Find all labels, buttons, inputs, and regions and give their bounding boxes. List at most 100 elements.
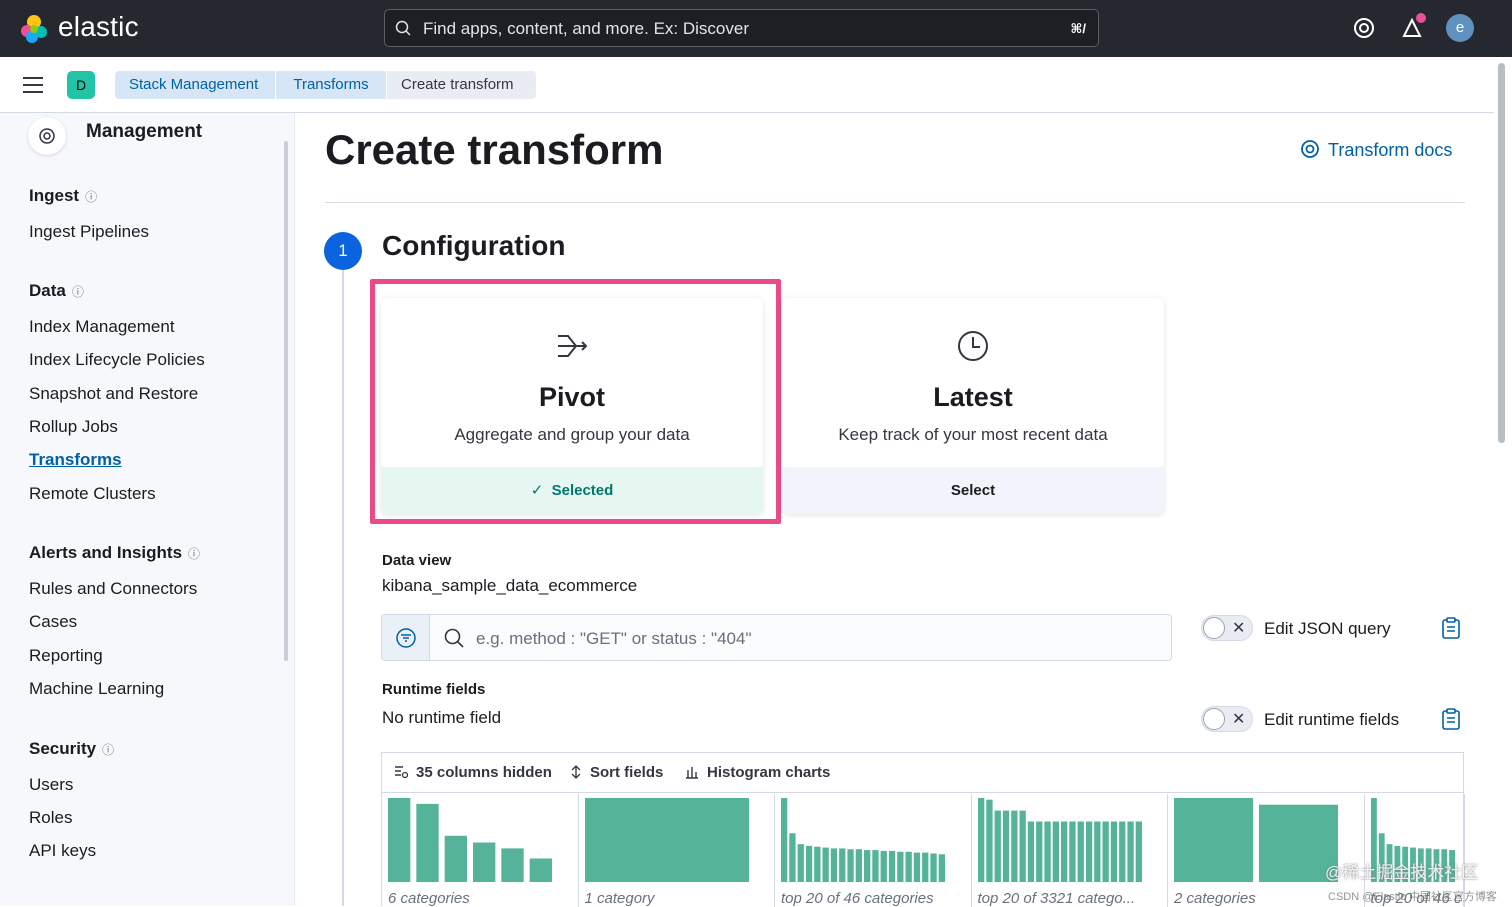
gear-icon xyxy=(28,117,66,155)
histogram-bar xyxy=(872,850,879,882)
histogram-bar xyxy=(1118,821,1125,882)
histogram-bar xyxy=(905,851,912,882)
sidebar-item-snapshot[interactable]: Snapshot and Restore xyxy=(29,384,198,404)
section-security: Security ⓘ xyxy=(29,739,115,758)
histogram-bar xyxy=(839,848,846,882)
data-grid: 35 columns hidden Sort fields Histogram … xyxy=(381,752,1465,907)
histogram-bar xyxy=(789,833,796,882)
histogram-bar xyxy=(1126,821,1134,882)
histogram-bar xyxy=(473,842,496,882)
histogram-bar xyxy=(444,835,467,882)
sidebar-item-rules[interactable]: Rules and Connectors xyxy=(29,579,197,599)
histogram-bar xyxy=(922,852,929,882)
step-connector xyxy=(342,270,344,906)
sidebar-item-reporting[interactable]: Reporting xyxy=(29,646,103,666)
histogram-bar xyxy=(416,803,439,882)
histogram-bar xyxy=(805,845,813,882)
histogram-bar xyxy=(1010,810,1017,882)
histogram-bar xyxy=(930,853,937,882)
breadcrumb-transforms[interactable]: Transforms xyxy=(276,71,386,99)
histogram-bar xyxy=(830,848,838,882)
histogram-bar xyxy=(897,851,904,882)
histogram-chart xyxy=(781,798,945,882)
breadcrumb-bar: D Stack Management Transforms Create tra… xyxy=(0,57,1494,113)
help-icon: ⓘ xyxy=(102,743,115,757)
menu-toggle-icon[interactable] xyxy=(23,77,43,98)
watermark-csdn: CSDN @Elastic 中国社区官方博客 xyxy=(1328,891,1497,903)
query-input[interactable]: e.g. method : "GET" or status : "404" xyxy=(476,629,752,649)
histogram-bar xyxy=(388,798,411,882)
grid-toolbar: 35 columns hidden Sort fields Histogram … xyxy=(382,753,1463,793)
sort-fields-button[interactable]: Sort fields xyxy=(570,764,663,781)
histogram-bar xyxy=(913,852,921,882)
step-title: Configuration xyxy=(382,230,566,261)
histogram-chart xyxy=(388,798,552,882)
histogram-column: 6 categories xyxy=(382,794,579,907)
space-avatar[interactable]: D xyxy=(67,71,95,99)
histogram-bar xyxy=(1019,810,1026,882)
sidebar-item-cases[interactable]: Cases xyxy=(29,612,77,632)
histogram-bar xyxy=(1174,798,1253,882)
page-scrollbar[interactable] xyxy=(1497,57,1507,906)
data-view-label: Data view xyxy=(382,552,452,569)
histogram-bar xyxy=(1068,821,1076,882)
histogram-charts-button[interactable]: Histogram charts xyxy=(685,764,830,781)
search-icon xyxy=(444,628,464,648)
sidebar-item-transforms[interactable]: Transforms xyxy=(29,450,122,470)
histogram-column: 1 category xyxy=(579,794,775,907)
histogram-bar xyxy=(938,854,945,882)
notification-dot xyxy=(1416,13,1426,23)
search-placeholder: Find apps, content, and more. Ex: Discov… xyxy=(423,19,749,38)
transform-docs-link[interactable]: Transform docs xyxy=(1300,139,1452,161)
sidebar-item-roles[interactable]: Roles xyxy=(29,808,72,828)
runtime-fields-value: No runtime field xyxy=(382,708,502,727)
histogram-bar xyxy=(1035,821,1042,882)
edit-json-toggle[interactable]: ✕ xyxy=(1201,615,1253,641)
query-bar: e.g. method : "GET" or status : "404" xyxy=(381,614,1172,661)
histogram-icon xyxy=(686,767,698,779)
sidebar-item-index-management[interactable]: Index Management xyxy=(29,317,175,337)
clipboard-icon[interactable] xyxy=(1441,708,1461,730)
global-search-input[interactable]: Find apps, content, and more. Ex: Discov… xyxy=(384,9,1099,47)
histogram-bar xyxy=(1043,821,1051,882)
user-avatar[interactable]: e xyxy=(1446,14,1474,42)
latest-card[interactable]: Latest Keep track of your most recent da… xyxy=(782,298,1164,514)
sidebar-item-api-keys[interactable]: API keys xyxy=(29,841,96,861)
breadcrumb-stack-management[interactable]: Stack Management xyxy=(115,71,275,99)
search-icon xyxy=(395,20,411,36)
histogram-bar xyxy=(880,850,887,882)
title-divider xyxy=(325,202,1465,203)
histogram-bar xyxy=(1110,821,1117,882)
elastic-logo-icon[interactable] xyxy=(18,13,50,45)
data-view-value: kibana_sample_data_ecommerce xyxy=(382,576,638,595)
columns-hidden-button[interactable]: 35 columns hidden xyxy=(394,764,552,781)
histogram-bar xyxy=(1085,821,1092,882)
latest-select-button[interactable]: Select xyxy=(782,467,1164,514)
sidebar-title: Management xyxy=(86,121,203,142)
brand-name[interactable]: elastic xyxy=(58,11,139,43)
close-icon: ✕ xyxy=(1232,711,1246,728)
filter-button[interactable] xyxy=(382,615,430,660)
clipboard-icon[interactable] xyxy=(1441,617,1461,639)
latest-title: Latest xyxy=(933,382,1013,412)
top-header: elastic Find apps, content, and more. Ex… xyxy=(0,0,1512,57)
sidebar-item-ingest-pipelines[interactable]: Ingest Pipelines xyxy=(29,222,149,242)
filter-icon xyxy=(396,628,416,648)
help-icon: ⓘ xyxy=(85,190,98,204)
sidebar-item-ilm[interactable]: Index Lifecycle Policies xyxy=(29,350,205,370)
sidebar-item-remote-clusters[interactable]: Remote Clusters xyxy=(29,484,156,504)
histogram-caption: top 20 of 3321 catego... xyxy=(977,890,1136,907)
histogram-bar xyxy=(855,849,862,882)
histogram-bar xyxy=(1060,821,1067,882)
histogram-bar xyxy=(985,799,993,882)
sidebar-scrollbar[interactable] xyxy=(284,141,288,661)
runtime-fields-label: Runtime fields xyxy=(382,681,486,698)
edit-runtime-toggle[interactable]: ✕ xyxy=(1201,706,1253,732)
help-icon[interactable] xyxy=(1351,15,1377,41)
sidebar-item-rollup-jobs[interactable]: Rollup Jobs xyxy=(29,417,118,437)
management-sidebar: Management Ingest ⓘ Ingest Pipelines Data… xyxy=(0,113,295,906)
histogram-bar xyxy=(822,847,829,882)
sidebar-item-ml[interactable]: Machine Learning xyxy=(29,679,164,699)
histogram-caption: top 20 of 46 categories xyxy=(781,890,934,907)
sidebar-item-users[interactable]: Users xyxy=(29,775,73,795)
